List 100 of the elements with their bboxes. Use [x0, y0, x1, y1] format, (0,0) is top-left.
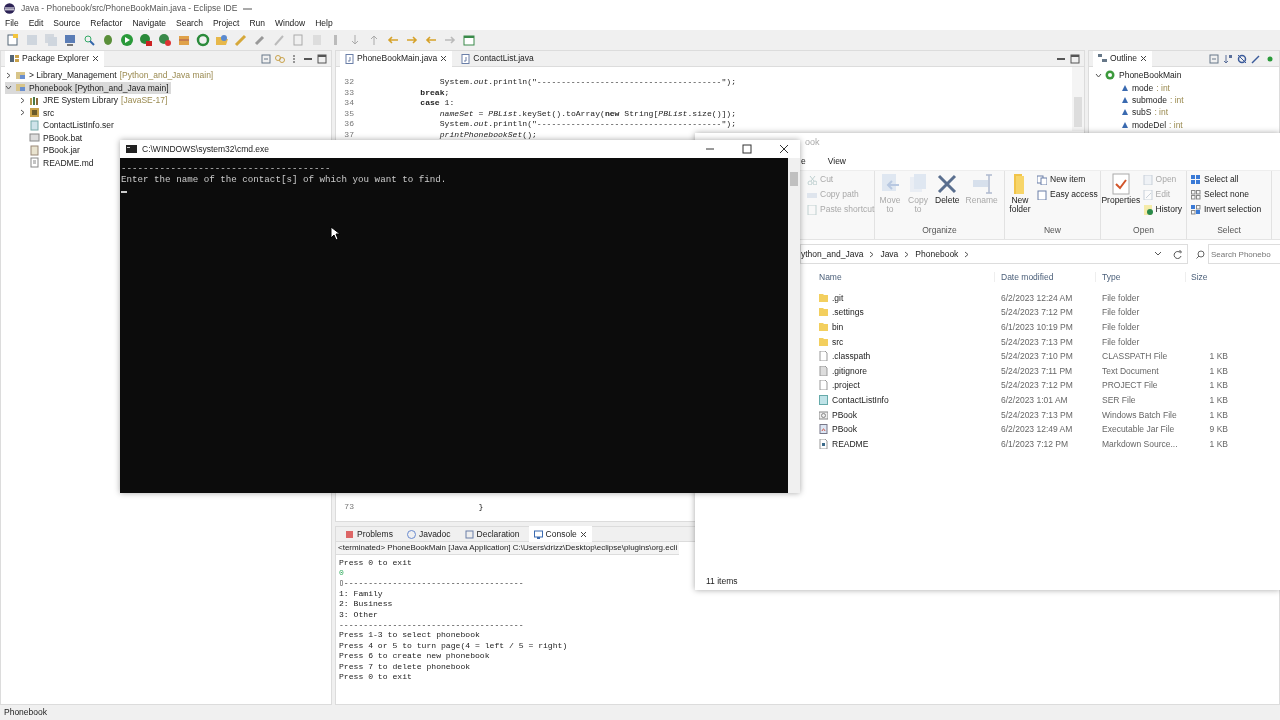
panel-tab[interactable]: Outline — [1093, 50, 1152, 67]
run-stop-icon[interactable] — [158, 33, 172, 47]
hide-fields-icon[interactable] — [1237, 53, 1247, 64]
breadcrumb[interactable]: Phonebook — [915, 248, 959, 260]
menu-item[interactable]: Help — [310, 17, 338, 29]
file-name[interactable]: PBook — [814, 424, 995, 435]
close-icon[interactable] — [440, 55, 448, 62]
scrollbar[interactable] — [788, 158, 800, 493]
tree-item[interactable]: PBook.bat — [19, 131, 85, 145]
ribbon-button[interactable]: History — [1142, 203, 1182, 216]
menu-item[interactable]: Edit — [23, 17, 49, 29]
sort-icon[interactable] — [1223, 53, 1233, 64]
perspective-icon[interactable] — [462, 33, 476, 47]
ribbon-button[interactable]: Invert selection — [1191, 203, 1262, 216]
wand-icon[interactable] — [234, 33, 248, 47]
link-icon[interactable] — [275, 53, 285, 64]
close-icon[interactable] — [779, 144, 789, 154]
file-name[interactable]: .project — [814, 380, 995, 391]
menu-item[interactable]: Search — [171, 17, 208, 29]
file-name[interactable]: PBook — [814, 409, 995, 420]
file-name[interactable]: .git — [814, 292, 995, 303]
ribbon-tab[interactable]: e — [801, 155, 806, 167]
refresh-icon[interactable] — [1173, 249, 1182, 259]
date-cell-text: 6/2/2023 1:01 AM — [1000, 394, 1069, 406]
cycle-icon[interactable] — [196, 33, 210, 47]
maximize-icon[interactable] — [1070, 53, 1080, 64]
file-name[interactable]: src — [814, 336, 995, 347]
outline-item[interactable]: subS : int — [1089, 106, 1279, 119]
tree-item[interactable]: README.md — [19, 156, 96, 170]
line-number: 32 — [343, 77, 355, 88]
menu-item[interactable]: Source — [48, 17, 86, 29]
menu-item[interactable]: Navigate — [127, 17, 171, 29]
open-folder-icon[interactable] — [215, 33, 229, 47]
close-icon[interactable] — [92, 55, 100, 62]
breadcrumb[interactable]: Java — [880, 248, 899, 260]
menu-item[interactable]: File — [0, 17, 24, 29]
ribbon-button[interactable]: Delete — [935, 173, 960, 225]
column-header[interactable]: Date modified — [995, 272, 1096, 283]
scrollbar[interactable] — [1072, 67, 1084, 131]
chevron-right-icon[interactable] — [5, 71, 12, 79]
file-name[interactable]: .classpath — [814, 351, 995, 362]
ribbon-button[interactable]: New folder — [1009, 173, 1031, 225]
chevron-down-icon[interactable] — [1095, 71, 1102, 79]
tree-item[interactable]: ContactListInfo.ser — [19, 119, 116, 132]
file-name[interactable]: .gitignore — [814, 365, 995, 376]
panel-tab[interactable]: Console — [528, 526, 592, 542]
menu-item[interactable]: Project — [207, 17, 245, 29]
ribbon-button[interactable]: Select all — [1191, 173, 1262, 186]
search-field[interactable]: Search Phonebo — [1208, 244, 1280, 264]
chevron-right-icon[interactable] — [869, 250, 875, 258]
outline-item[interactable]: PhoneBookMain — [1089, 69, 1279, 82]
editor-tab[interactable]: PhoneBookMain.java — [340, 50, 453, 67]
magnifier-icon[interactable] — [82, 33, 96, 47]
collapse-icon[interactable] — [261, 53, 271, 64]
tree-item[interactable]: Phonebook [Python_and_Java main] — [5, 81, 171, 95]
ribbon-button[interactable]: New item — [1037, 173, 1098, 186]
run-icon[interactable] — [120, 33, 134, 47]
outline-item[interactable]: submode : int — [1089, 93, 1279, 107]
address-bar[interactable]: ython_and_Java Java Phonebook — [800, 244, 1188, 264]
tree-item[interactable]: > Library_Management [Python_and_Java main] — [5, 69, 216, 82]
menu-item[interactable]: Refactor — [85, 17, 128, 29]
ribbon-button[interactable]: Easy access — [1037, 188, 1098, 201]
bug-icon[interactable] — [101, 33, 115, 47]
hide-static-icon[interactable] — [1251, 53, 1261, 64]
run-badge-icon[interactable] — [139, 33, 153, 47]
column-header[interactable]: Type — [1096, 272, 1186, 283]
tree-item[interactable]: PBook.jar — [19, 144, 82, 157]
menu-item[interactable]: Run — [244, 17, 270, 29]
panel-tab[interactable]: Package Explorer — [5, 50, 105, 67]
box-icon[interactable] — [177, 33, 191, 47]
panel-tab[interactable]: Problems — [340, 526, 398, 542]
chevron-right-icon[interactable] — [964, 250, 970, 258]
panel-tab[interactable]: Javadoc — [401, 526, 456, 542]
file-name[interactable]: ContactListInfo — [814, 394, 995, 406]
tree-item[interactable]: src — [19, 106, 57, 120]
menu-item[interactable]: Window — [270, 17, 311, 29]
close-icon[interactable] — [579, 530, 587, 538]
breadcrumb[interactable]: ython_and_Java — [801, 248, 864, 260]
maximize-icon[interactable] — [317, 53, 327, 64]
chevron-down-icon[interactable] — [1154, 251, 1162, 257]
file-name[interactable]: .settings — [814, 307, 995, 318]
maximize-icon[interactable] — [742, 144, 752, 154]
chevron-right-icon[interactable] — [904, 250, 910, 258]
column-header[interactable]: Name — [814, 272, 995, 283]
outline-item[interactable]: modeDel : int — [1089, 118, 1279, 132]
tree-item[interactable]: JRE System Library [JavaSE-17] — [19, 94, 170, 107]
collapse-icon[interactable] — [1209, 53, 1219, 64]
outline-item[interactable]: mode : int — [1089, 81, 1279, 94]
column-header[interactable]: Size — [1186, 272, 1228, 283]
file-name[interactable]: README — [814, 438, 995, 449]
file-name[interactable]: bin — [814, 322, 995, 333]
chevron-down-icon[interactable] — [5, 84, 12, 92]
ribbon-button[interactable]: Select none — [1191, 188, 1262, 201]
new-file-icon[interactable] — [6, 33, 20, 47]
panel-tab[interactable]: Declaration — [459, 526, 525, 542]
editor-tab[interactable]: ContactList.java — [456, 50, 539, 67]
marker-icon[interactable] — [253, 33, 267, 47]
close-icon[interactable] — [1139, 55, 1147, 62]
monitor-icon[interactable] — [63, 33, 77, 47]
ribbon-tab[interactable]: View — [827, 155, 846, 167]
